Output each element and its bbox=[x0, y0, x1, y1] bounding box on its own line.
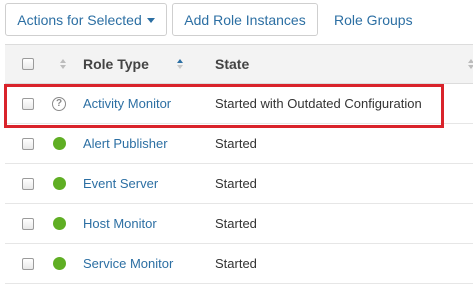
row-checkbox[interactable] bbox=[22, 177, 34, 190]
role-groups-label: Role Groups bbox=[334, 11, 413, 28]
table-row: Event Server Started bbox=[5, 164, 473, 204]
state-cell: Started bbox=[215, 124, 465, 163]
state-text: Started bbox=[215, 176, 257, 191]
status-green-icon bbox=[52, 137, 66, 150]
actions-for-selected-button[interactable]: Actions for Selected bbox=[5, 3, 167, 36]
role-cell: Service Monitor bbox=[83, 244, 213, 283]
role-cell: Host Monitor bbox=[83, 204, 213, 243]
select-all-checkbox[interactable] bbox=[22, 58, 34, 70]
actions-for-selected-label: Actions for Selected bbox=[17, 11, 142, 28]
toolbar: Actions for Selected Add Role Instances … bbox=[0, 0, 473, 40]
status-cell bbox=[50, 244, 68, 283]
row-check-cell bbox=[22, 204, 34, 243]
state-text: Started bbox=[215, 256, 257, 271]
row-check-cell bbox=[22, 164, 34, 203]
role-link[interactable]: Service Monitor bbox=[83, 256, 173, 271]
role-groups-link[interactable]: Role Groups bbox=[334, 3, 413, 36]
status-green-icon bbox=[52, 217, 66, 230]
status-green-icon bbox=[52, 257, 66, 270]
status-sort-cell bbox=[60, 45, 66, 83]
table-header: Role Type State bbox=[5, 44, 473, 84]
row-checkbox[interactable] bbox=[22, 137, 34, 150]
add-role-instances-button[interactable]: Add Role Instances bbox=[172, 3, 318, 36]
question-icon: ? bbox=[52, 96, 66, 111]
row-checkbox[interactable] bbox=[22, 217, 34, 230]
status-cell bbox=[50, 164, 68, 203]
state-text: Started bbox=[215, 216, 257, 231]
sort-icon[interactable] bbox=[468, 59, 473, 69]
role-cell: Activity Monitor bbox=[83, 84, 213, 123]
state-cell: Started bbox=[215, 164, 465, 203]
table-row: ? Activity Monitor Started with Outdated… bbox=[5, 84, 473, 124]
select-all-cell bbox=[22, 45, 34, 83]
caret-down-icon bbox=[146, 18, 155, 23]
status-cell: ? bbox=[50, 84, 68, 123]
row-check-cell bbox=[22, 244, 34, 283]
state-cell: Started with Outdated Configuration bbox=[215, 84, 465, 123]
role-type-header-label: Role Type bbox=[83, 56, 149, 72]
state-header[interactable]: State bbox=[215, 45, 473, 83]
row-checkbox[interactable] bbox=[22, 97, 34, 110]
row-check-cell bbox=[22, 124, 34, 163]
table-row: Service Monitor Started bbox=[5, 244, 473, 284]
role-link[interactable]: Alert Publisher bbox=[83, 136, 168, 151]
role-link[interactable]: Activity Monitor bbox=[83, 96, 171, 111]
state-cell: Started bbox=[215, 204, 465, 243]
role-cell: Event Server bbox=[83, 164, 213, 203]
status-cell bbox=[50, 204, 68, 243]
table-row: Alert Publisher Started bbox=[5, 124, 473, 164]
state-text: Started bbox=[215, 136, 257, 151]
row-check-cell bbox=[22, 84, 34, 123]
row-checkbox[interactable] bbox=[22, 257, 34, 270]
role-link[interactable]: Host Monitor bbox=[83, 216, 157, 231]
sort-icon[interactable] bbox=[60, 59, 66, 69]
table-row: Host Monitor Started bbox=[5, 204, 473, 244]
add-role-instances-label: Add Role Instances bbox=[184, 11, 306, 28]
role-type-header[interactable]: Role Type bbox=[83, 45, 213, 83]
state-cell: Started bbox=[215, 244, 465, 283]
status-green-icon bbox=[52, 177, 66, 190]
status-cell bbox=[50, 124, 68, 163]
role-cell: Alert Publisher bbox=[83, 124, 213, 163]
state-text: Started with Outdated Configuration bbox=[215, 96, 422, 111]
sort-ascending-icon[interactable] bbox=[176, 59, 183, 69]
state-header-label: State bbox=[215, 56, 250, 72]
role-link[interactable]: Event Server bbox=[83, 176, 158, 191]
